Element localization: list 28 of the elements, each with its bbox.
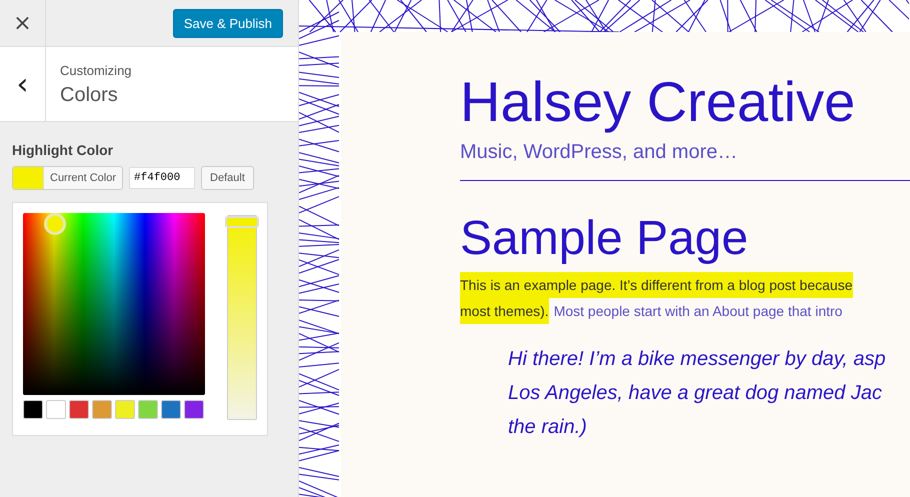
- palette-swatch[interactable]: [138, 400, 158, 419]
- current-color-button[interactable]: Current Color: [12, 166, 124, 190]
- default-button[interactable]: Default: [201, 166, 254, 190]
- paragraph-text: This is an example page. It’s different from a blog post because: [460, 272, 852, 298]
- lightness-slider[interactable]: [227, 215, 257, 420]
- site-title[interactable]: Halsey Creative: [460, 68, 910, 136]
- palette-swatch[interactable]: [23, 400, 43, 419]
- breadcrumb: Customizing: [60, 63, 132, 78]
- current-color-swatch: [13, 167, 43, 189]
- palette-swatch[interactable]: [184, 400, 204, 419]
- quote-text: the rain.): [508, 415, 588, 440]
- palette-swatch[interactable]: [46, 400, 66, 419]
- slider-thumb[interactable]: [225, 216, 259, 228]
- quote-text: Hi there! I’m a bike messenger by day, asp: [508, 347, 887, 372]
- paragraph-text: most themes).: [460, 298, 549, 324]
- quote-text: Los Angeles, have a great dog named Jac: [508, 381, 883, 406]
- site-tagline: Music, WordPress, and more…: [460, 141, 738, 164]
- section-title: Colors: [60, 84, 119, 107]
- save-publish-button[interactable]: Save & Publish: [172, 8, 283, 38]
- page-title: Sample Page: [460, 211, 750, 266]
- hex-input-field[interactable]: #f4f000: [129, 167, 196, 189]
- control-label: Highlight Color: [12, 142, 114, 158]
- palette-swatch[interactable]: [161, 400, 181, 419]
- palette-swatch[interactable]: [115, 400, 135, 419]
- color-gradient-square[interactable]: [23, 213, 205, 395]
- paragraph-text: Most people start with an About page that intro: [554, 302, 842, 322]
- palette-swatch[interactable]: [69, 400, 89, 419]
- palette-swatch[interactable]: [92, 400, 112, 419]
